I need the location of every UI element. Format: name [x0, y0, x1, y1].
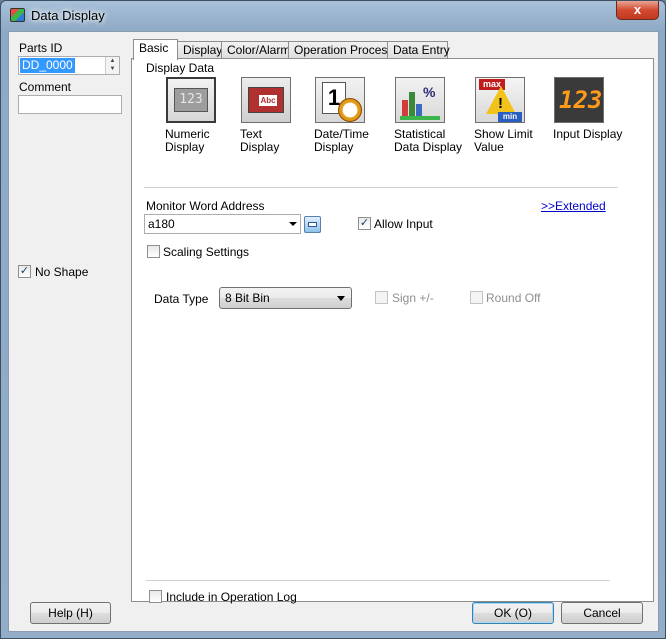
left-panel: Parts ID DD_0000 ▲ ▼ Comment ✓ No Shape [9, 32, 131, 602]
window-title: Data Display [31, 8, 105, 23]
data-type-select[interactable]: 8 Bit Bin [219, 287, 352, 309]
comment-field[interactable] [18, 95, 122, 114]
sign-label: Sign +/- [392, 291, 434, 305]
title-bar[interactable]: Data Display x [1, 1, 665, 31]
display-type-text[interactable]: Abc Text Display [240, 77, 316, 154]
input-display-label-1: Input Display [553, 127, 623, 141]
include-operation-log-label: Include in Operation Log [166, 590, 297, 604]
tab-data-entry[interactable]: Data Entry [387, 41, 450, 59]
display-type-numeric[interactable]: 123 Numeric Display [165, 77, 241, 154]
input-display-icon[interactable]: 123 [554, 77, 604, 123]
parts-id-label: Parts ID [19, 41, 63, 55]
display-type-date-time[interactable]: 1 Date/Time Display [314, 77, 390, 154]
round-off-checkbox[interactable] [470, 291, 483, 304]
comment-label: Comment [19, 80, 72, 94]
numeric-display-icon[interactable]: 123 [166, 77, 216, 123]
data-display-dialog: Data Display x Parts ID DD_0000 ▲ ▼ Comm… [0, 0, 666, 639]
no-shape-checkbox[interactable]: ✓ [18, 265, 31, 278]
tab-operation-process[interactable]: Operation Process [288, 41, 393, 59]
tab-display[interactable]: Display [177, 41, 222, 59]
dialog-client-area: Parts ID DD_0000 ▲ ▼ Comment ✓ No Shape … [8, 31, 659, 632]
data-type-value[interactable]: 8 Bit Bin [225, 291, 270, 305]
tab-basic[interactable]: Basic [133, 39, 178, 60]
cancel-button[interactable]: Cancel [561, 602, 643, 624]
display-type-input[interactable]: 123 Input Display [553, 77, 629, 141]
separator-top [144, 187, 618, 189]
close-button[interactable]: x [616, 1, 659, 20]
no-shape-label: No Shape [35, 265, 89, 279]
show-limit-value-icon[interactable]: max ! min [475, 77, 525, 123]
monitor-word-address-value[interactable]: a180 [148, 217, 175, 231]
parts-id-spinner[interactable]: ▲ ▼ [105, 57, 119, 74]
numeric-display-label-2: Display [165, 140, 205, 154]
monitor-word-address-combo[interactable]: a180 [144, 214, 301, 234]
parts-id-field[interactable]: DD_0000 ▲ ▼ [18, 56, 120, 75]
date-time-display-icon[interactable]: 1 [315, 77, 365, 123]
chevron-down-icon[interactable] [289, 222, 297, 226]
separator-bottom [146, 580, 610, 582]
monitor-word-address-label: Monitor Word Address [146, 199, 265, 213]
display-type-show-limit[interactable]: max ! min Show Limit Value [474, 77, 550, 154]
address-input-keypad-icon[interactable] [304, 216, 321, 233]
spinner-up-icon[interactable]: ▲ [106, 57, 119, 65]
parts-id-value[interactable]: DD_0000 [20, 58, 75, 73]
scaling-settings-checkbox[interactable] [147, 245, 160, 258]
data-type-label: Data Type [154, 292, 209, 306]
display-type-statistical[interactable]: % Statistical Data Display [394, 77, 470, 154]
allow-input-label: Allow Input [374, 217, 433, 231]
help-button[interactable]: Help (H) [30, 602, 111, 624]
display-data-label: Display Data [146, 61, 215, 75]
date-time-display-label-2: Display [314, 140, 354, 154]
include-operation-log-checkbox[interactable] [149, 590, 162, 603]
app-icon [10, 8, 25, 22]
text-display-icon[interactable]: Abc [241, 77, 291, 123]
spinner-down-icon[interactable]: ▼ [106, 65, 119, 73]
show-limit-label-2: Value [474, 140, 504, 154]
statistical-data-display-icon[interactable]: % [395, 77, 445, 123]
text-display-label-2: Display [240, 140, 280, 154]
scaling-settings-label: Scaling Settings [163, 245, 250, 259]
round-off-label: Round Off [486, 291, 541, 305]
tab-color-alarm[interactable]: Color/Alarm [221, 41, 290, 59]
allow-input-checkbox[interactable]: ✓ [358, 217, 371, 230]
chevron-down-icon[interactable] [337, 296, 345, 301]
sign-checkbox[interactable] [375, 291, 388, 304]
extended-link[interactable]: >>Extended [541, 199, 606, 213]
basic-tab-panel: Display Data 123 Numeric Display Abc Tex… [131, 58, 654, 604]
statistical-display-label-2: Data Display [394, 140, 463, 154]
ok-button[interactable]: OK (O) [472, 602, 554, 624]
